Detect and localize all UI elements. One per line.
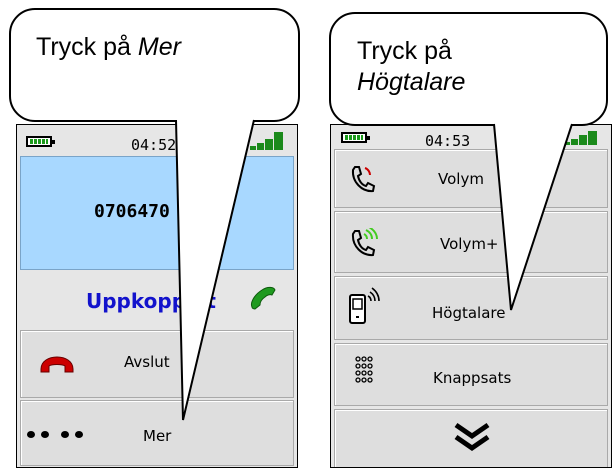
signal-strength-icon — [250, 132, 284, 150]
right-phone-screen: 04:53 Volym Volym+ Högtalare Knappsats — [330, 124, 612, 468]
left-callout-bubble — [9, 8, 300, 122]
right-callout-emphasis: Högtalare — [357, 68, 466, 96]
menu-item-label: Volym+ — [440, 235, 499, 253]
speakerphone-icon — [349, 287, 380, 324]
clock: 04:53 — [425, 132, 471, 150]
status-bar: 04:52 — [17, 125, 297, 156]
phone-volume-up-icon — [351, 228, 378, 257]
signal-strength-icon — [564, 129, 598, 145]
left-callout-emphasis: Mer — [137, 33, 181, 61]
number-panel: 0706470 — [20, 156, 294, 270]
double-chevron-down-icon — [454, 422, 490, 452]
hang-up-icon — [40, 356, 74, 373]
end-call-button[interactable]: Avslut — [20, 330, 294, 398]
menu-item-volume-up[interactable]: Volym+ — [334, 211, 608, 273]
right-callout-prefix: Tryck på — [357, 37, 452, 65]
menu-item-label: Volym — [438, 170, 484, 188]
right-callout-text: Tryck på Högtalare — [357, 36, 465, 98]
phone-number: 0706470 — [94, 201, 170, 222]
scroll-down-button[interactable] — [334, 409, 608, 467]
more-button[interactable]: Mer — [20, 400, 294, 466]
left-callout-text: Tryck på Mer — [36, 32, 181, 63]
left-phone-screen: 04:52 0706470 Uppkopplat Avslut Mer — [16, 124, 298, 468]
call-status-text: Uppkopplat — [86, 289, 216, 313]
phone-volume-down-icon — [351, 166, 376, 193]
status-bar: 04:53 — [331, 125, 611, 150]
end-call-label: Avslut — [124, 353, 170, 371]
menu-item-volume-down[interactable]: Volym — [334, 149, 608, 208]
menu-item-label: Knappsats — [433, 369, 512, 387]
battery-icon — [26, 136, 55, 147]
keypad-icon — [355, 356, 373, 383]
clock: 04:52 — [131, 136, 177, 154]
battery-icon — [341, 132, 370, 143]
menu-item-keypad[interactable]: Knappsats — [334, 343, 608, 406]
menu-item-label: Högtalare — [432, 304, 506, 322]
more-label: Mer — [143, 427, 172, 445]
left-callout-prefix: Tryck på — [36, 33, 138, 61]
more-dots-icon — [27, 431, 83, 439]
menu-item-speakerphone[interactable]: Högtalare — [334, 276, 608, 340]
phone-accept-icon — [251, 286, 276, 310]
